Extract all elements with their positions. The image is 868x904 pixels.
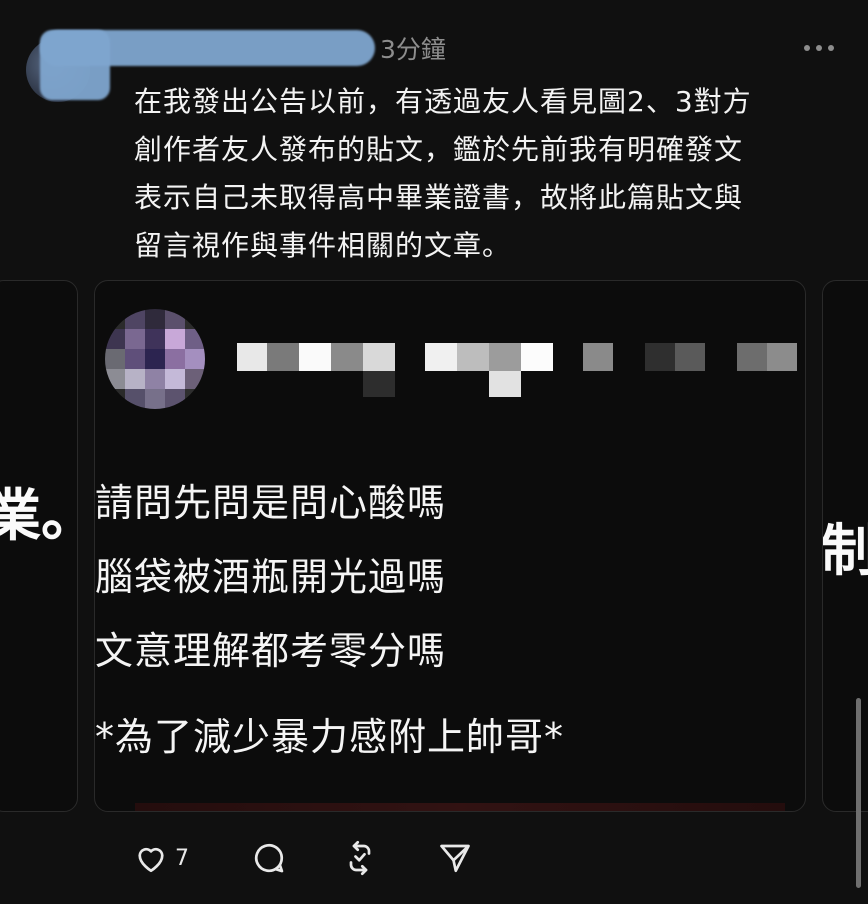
repost-icon (349, 840, 371, 876)
image-quote-lines: 請問先問是問心酸嗎 腦袋被酒瓶開光過嗎 文意理解都考零分嗎 (95, 481, 447, 673)
comment-button[interactable] (251, 840, 287, 876)
heart-icon (138, 847, 164, 873)
redacted-avatar-overlay (40, 30, 110, 100)
like-count: 7 (175, 845, 189, 871)
previous-image-text: 業。 (0, 471, 77, 552)
carousel-image-previous[interactable]: 業。 (0, 280, 78, 812)
image-quote-note: *為了減少暴力感附上帥哥* (95, 715, 565, 759)
comment-icon (254, 843, 284, 873)
scrollbar[interactable] (856, 698, 861, 888)
repost-button[interactable] (342, 840, 378, 876)
carousel-image-next[interactable]: 制 (822, 280, 868, 812)
post-body-text: 在我發出公告以前，有透過友人看見圖2、3對方 創作者友人發布的貼文，鑑於先前我有… (134, 85, 752, 262)
mosaic-username (237, 341, 797, 397)
like-button[interactable]: 7 (133, 840, 189, 876)
mosaic-avatar (105, 309, 205, 409)
more-horizontal-icon (804, 45, 834, 51)
share-button[interactable] (437, 840, 473, 876)
carousel-image-current[interactable]: 請問先問是問心酸嗎 腦袋被酒瓶開光過嗎 文意理解都考零分嗎 *為了減少暴力感附上… (94, 280, 806, 812)
next-image-text: 制 (823, 506, 868, 587)
post-timestamp: 3分鐘 (380, 35, 446, 64)
send-icon (440, 844, 470, 873)
more-options-button[interactable] (802, 38, 836, 58)
image-bottom-edge (135, 803, 785, 811)
